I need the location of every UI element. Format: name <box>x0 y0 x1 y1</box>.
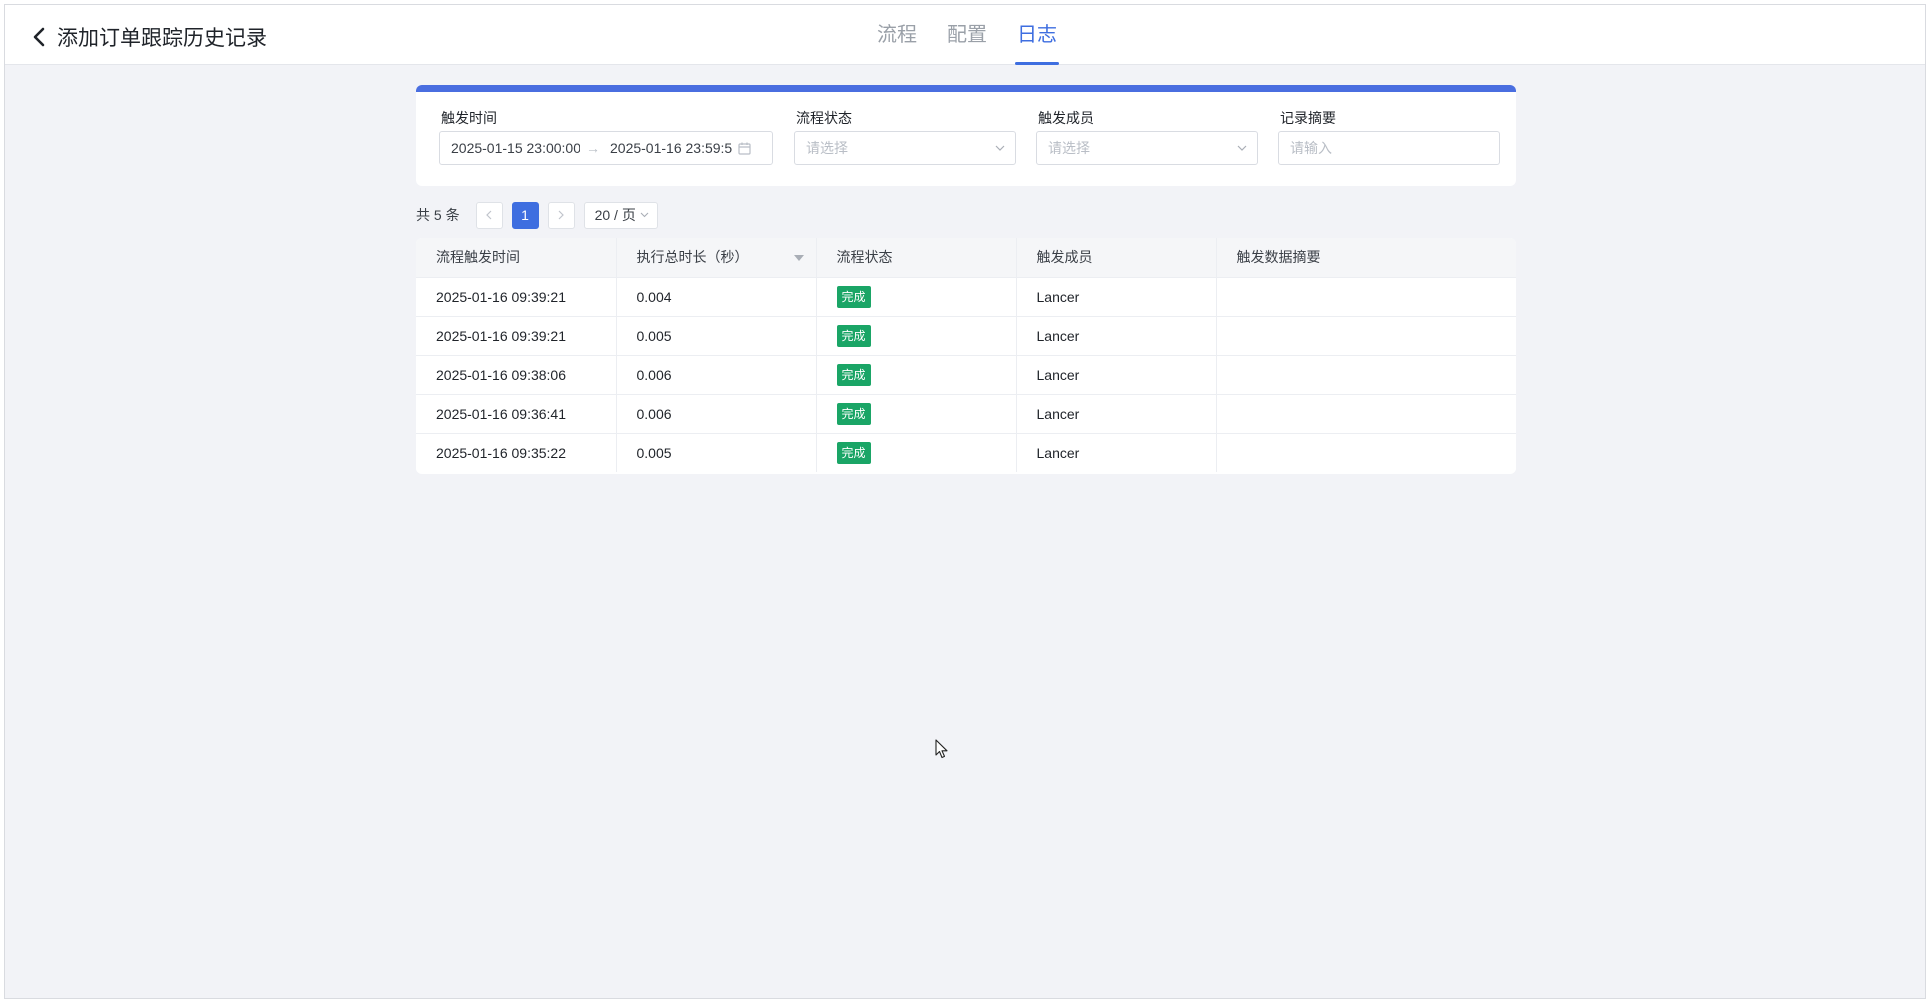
cell-trigger-time: 2025-01-16 09:36:41 <box>416 394 616 434</box>
table-row[interactable]: 2025-01-16 09:38:06 0.006 完成 Lancer <box>416 355 1516 395</box>
total-count: 共 5 条 <box>416 207 460 223</box>
cell-summary <box>1215 394 1516 434</box>
cell-status: 完成 <box>815 316 1016 356</box>
cell-duration: 0.005 <box>615 433 816 472</box>
range-start-value[interactable]: 2025-01-15 23:00:00 <box>440 140 580 156</box>
chevron-down-icon <box>1227 145 1257 151</box>
cell-duration: 0.006 <box>615 394 816 434</box>
tab-flow[interactable]: 流程 <box>875 5 919 65</box>
chevron-left-icon <box>486 210 492 220</box>
table-row[interactable]: 2025-01-16 09:36:41 0.006 完成 Lancer <box>416 394 1516 434</box>
column-header: 流程触发时间 <box>416 238 616 278</box>
chevron-down-icon <box>640 212 649 218</box>
cell-summary <box>1215 433 1516 472</box>
trigger-time-label: 触发时间 <box>441 110 497 126</box>
cell-duration: 0.005 <box>615 316 816 356</box>
prev-page-button[interactable] <box>475 201 503 229</box>
sort-caret-icon[interactable] <box>793 255 804 261</box>
cell-member: Lancer <box>1015 316 1216 356</box>
filter-panel: 触发时间 2025-01-15 23:00:00 → 2025-01-16 23… <box>416 85 1516 186</box>
cell-member: Lancer <box>1015 355 1216 395</box>
chevron-right-icon <box>558 210 564 220</box>
status-badge: 完成 <box>836 441 871 464</box>
page-size-value: 20 / 页 <box>594 207 636 223</box>
cell-summary <box>1215 316 1516 356</box>
member-filter-label: 触发成员 <box>1038 110 1094 126</box>
status-filter-label: 流程状态 <box>796 110 852 126</box>
column-header-sortable[interactable]: 执行总时长（秒） <box>615 238 816 278</box>
back-button[interactable] <box>27 25 51 49</box>
page-header: 添加订单跟踪历史记录 流程 配置 日志 <box>5 5 1925 65</box>
app-window: 添加订单跟踪历史记录 流程 配置 日志 触发时间 2025-01-15 23:0… <box>4 4 1926 999</box>
cell-trigger-time: 2025-01-16 09:39:21 <box>416 277 616 317</box>
table-row[interactable]: 2025-01-16 09:39:21 0.005 完成 Lancer <box>416 316 1516 356</box>
status-select[interactable]: 请选择 <box>794 131 1016 165</box>
page-number-button[interactable]: 1 <box>511 201 539 229</box>
filter-accent-bar <box>416 85 1516 92</box>
table-row[interactable]: 2025-01-16 09:35:22 0.005 完成 Lancer <box>416 433 1516 472</box>
calendar-icon <box>732 142 756 155</box>
cell-summary <box>1215 355 1516 395</box>
table-header-row: 流程触发时间 执行总时长（秒） 流程状态 触发成员 触发数据摘要 <box>416 238 1516 278</box>
status-select-placeholder: 请选择 <box>806 140 848 156</box>
member-select[interactable]: 请选择 <box>1036 131 1258 165</box>
column-header: 流程状态 <box>815 238 1016 278</box>
cell-member: Lancer <box>1015 433 1216 472</box>
summary-input[interactable]: 请输入 <box>1278 131 1500 165</box>
cell-status: 完成 <box>815 277 1016 317</box>
cell-trigger-time: 2025-01-16 09:35:22 <box>416 433 616 472</box>
next-page-button[interactable] <box>547 201 575 229</box>
member-select-placeholder: 请选择 <box>1048 140 1090 156</box>
cell-trigger-time: 2025-01-16 09:39:21 <box>416 316 616 356</box>
status-badge: 完成 <box>836 324 871 347</box>
mouse-cursor-icon <box>935 739 948 759</box>
status-badge: 完成 <box>836 402 871 425</box>
cell-summary <box>1215 277 1516 317</box>
cell-trigger-time: 2025-01-16 09:38:06 <box>416 355 616 395</box>
summary-input-placeholder: 请输入 <box>1290 140 1332 156</box>
cell-status: 完成 <box>815 394 1016 434</box>
chevron-down-icon <box>985 145 1015 151</box>
cell-duration: 0.006 <box>615 355 816 395</box>
tab-config[interactable]: 配置 <box>945 5 989 65</box>
page-title: 添加订单跟踪历史记录 <box>57 27 267 50</box>
column-header: 触发成员 <box>1015 238 1216 278</box>
column-header: 触发数据摘要 <box>1215 238 1516 278</box>
cell-status: 完成 <box>815 433 1016 472</box>
arrow-right-icon: → <box>586 140 600 156</box>
cell-status: 完成 <box>815 355 1016 395</box>
log-table: 流程触发时间 执行总时长（秒） 流程状态 触发成员 触发数据摘要 2025-01… <box>416 238 1516 474</box>
tab-bar: 流程 配置 日志 <box>875 5 1085 65</box>
page-size-select[interactable]: 20 / 页 <box>583 201 658 229</box>
status-badge: 完成 <box>836 285 871 308</box>
summary-filter-label: 记录摘要 <box>1280 110 1336 126</box>
column-header-label: 执行总时长（秒） <box>636 249 749 266</box>
tab-log[interactable]: 日志 <box>1015 5 1059 65</box>
range-end-value[interactable]: 2025-01-16 23:59:59 <box>606 140 732 156</box>
chevron-left-icon <box>33 27 45 47</box>
status-badge: 完成 <box>836 363 871 386</box>
cell-member: Lancer <box>1015 277 1216 317</box>
cell-duration: 0.004 <box>615 277 816 317</box>
pagination: 共 5 条 1 20 / 页 <box>416 201 658 229</box>
table-row[interactable]: 2025-01-16 09:39:21 0.004 完成 Lancer <box>416 277 1516 317</box>
trigger-time-range[interactable]: 2025-01-15 23:00:00 → 2025-01-16 23:59:5… <box>439 131 773 165</box>
cell-member: Lancer <box>1015 394 1216 434</box>
